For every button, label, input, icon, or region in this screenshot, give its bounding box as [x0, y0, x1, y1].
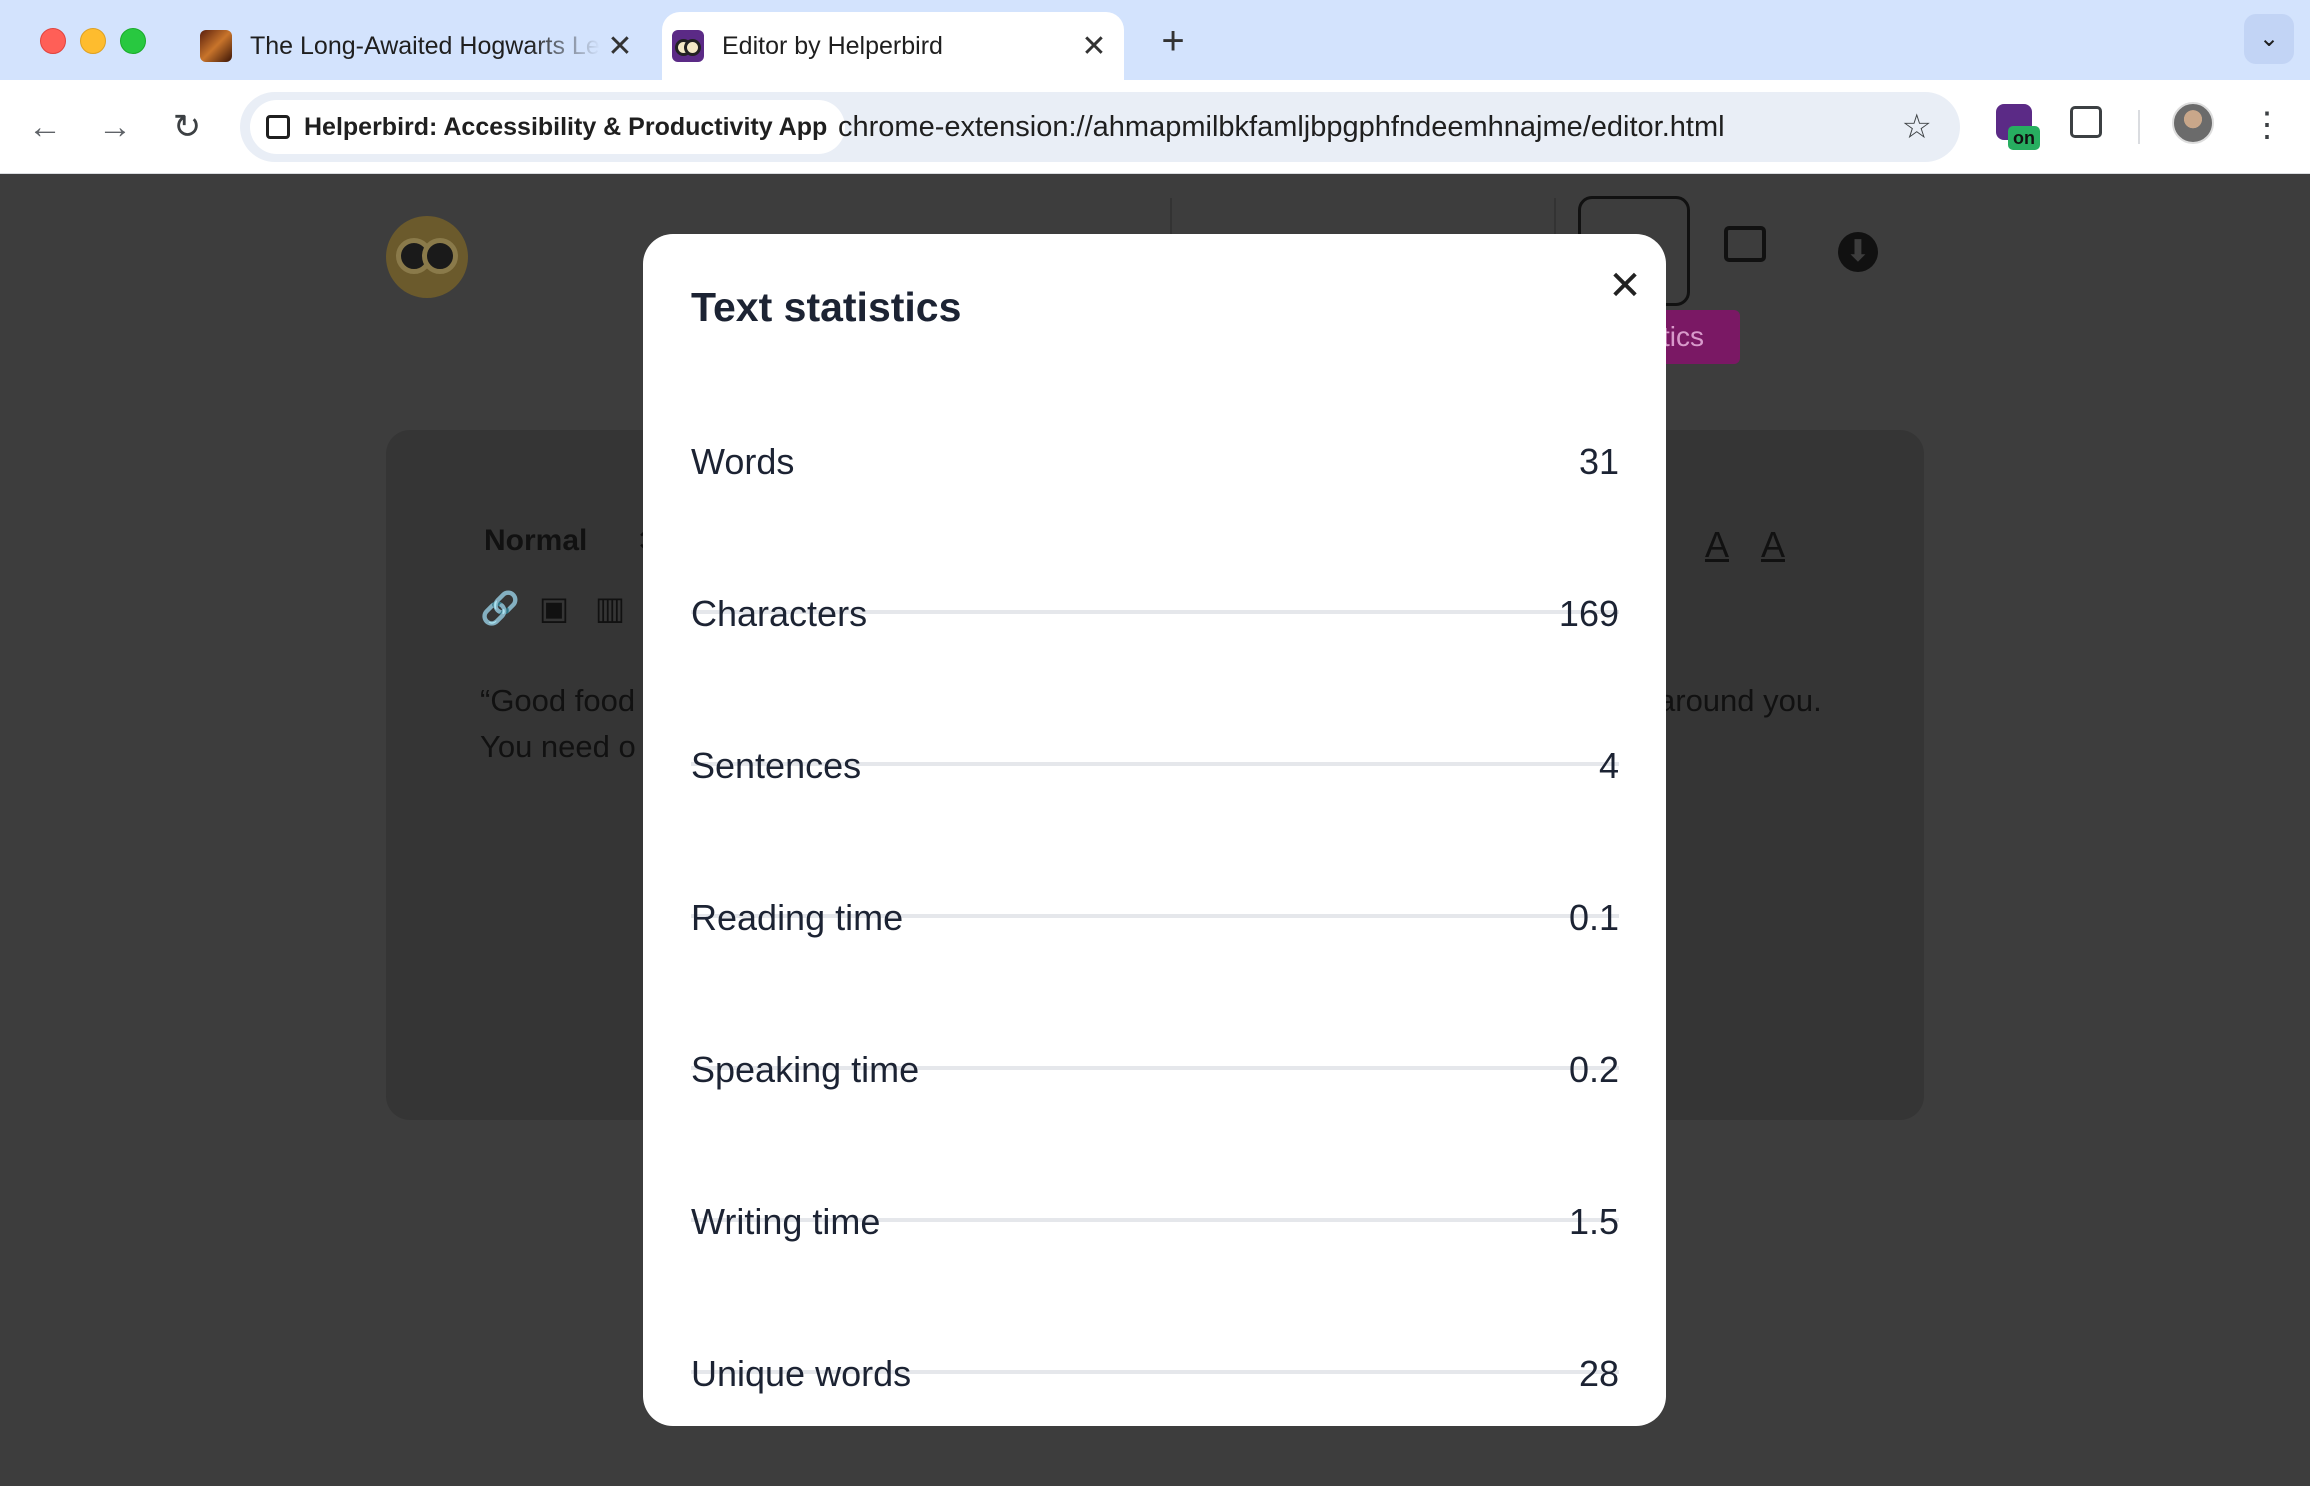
tab-close-icon[interactable]: ✕: [1074, 29, 1114, 64]
stat-label: Speaking time: [691, 1049, 920, 1090]
stat-label: Unique words: [691, 1353, 912, 1394]
download-icon[interactable]: ⬇: [1838, 232, 1878, 272]
link-icon[interactable]: 🔗: [480, 590, 520, 626]
toolbar-divider: [2138, 110, 2140, 144]
browser-toolbar: ← → ↻ Helperbird: Accessibility & Produc…: [0, 80, 2310, 174]
stat-row-speaking-time: Speaking time 0.2: [691, 1052, 1619, 1222]
stat-label: Sentences: [691, 745, 862, 786]
statistics-list: Words 31 Characters 169 Sentences 4 Read…: [691, 444, 1619, 1426]
window-close-button[interactable]: [40, 28, 66, 54]
stat-row-characters: Characters 169: [691, 596, 1619, 766]
stat-value: 28: [1578, 1353, 1619, 1394]
tab-title: The Long-Awaited Hogwarts Legacy: [250, 31, 600, 60]
helperbird-owl-favicon-icon: [672, 30, 704, 62]
highlight-icon[interactable]: A: [1752, 524, 1794, 566]
stat-value: 4: [1598, 745, 1619, 786]
new-tab-button[interactable]: +: [1148, 18, 1198, 68]
editor-line: around you.: [1658, 683, 1822, 718]
window-maximize-button[interactable]: [120, 28, 146, 54]
stat-value: 31: [1578, 441, 1619, 482]
close-icon[interactable]: ✕: [1603, 264, 1647, 308]
tab-editor[interactable]: Editor by Helperbird ✕: [662, 12, 1124, 80]
hogwarts-favicon-icon: [200, 30, 232, 62]
site-chip-label: Helperbird: Accessibility & Productivity…: [304, 112, 828, 141]
text-statistics-modal: Text statistics ✕ Words 31 Characters 16…: [643, 234, 1666, 1426]
back-arrow-icon[interactable]: ←: [20, 102, 70, 152]
extension-puzzle-icon: [266, 115, 290, 139]
profile-avatar[interactable]: [2172, 102, 2214, 144]
tab-strip: The Long-Awaited Hogwarts Legacy ✕ Edito…: [0, 0, 2310, 80]
extensions-puzzle-icon[interactable]: [2070, 106, 2102, 138]
stat-row-words: Words 31: [691, 444, 1619, 614]
tab-title: Editor by Helperbird: [722, 31, 943, 60]
stat-label: Words: [691, 441, 795, 482]
stat-value: 169: [1558, 593, 1619, 634]
stat-row-unique-words: Unique words 28: [691, 1356, 1619, 1426]
tab-close-icon[interactable]: ✕: [600, 29, 640, 64]
image-icon[interactable]: ▣: [536, 590, 572, 626]
stat-value: 0.2: [1568, 1049, 1619, 1090]
stat-label: Characters: [691, 593, 868, 634]
bookmark-star-icon[interactable]: ☆: [1902, 92, 1932, 162]
tab-search-dropdown-button[interactable]: ⌄: [2244, 14, 2294, 64]
browser-menu-icon[interactable]: ⋮: [2250, 100, 2284, 150]
comment-icon[interactable]: [1724, 226, 1766, 262]
stat-label: Writing time: [691, 1201, 881, 1242]
address-bar[interactable]: Helperbird: Accessibility & Productivity…: [240, 92, 1960, 162]
reload-icon[interactable]: ↻: [162, 102, 212, 152]
stat-value: 0.1: [1568, 897, 1619, 938]
stat-row-reading-time: Reading time 0.1: [691, 900, 1619, 1070]
forward-arrow-icon[interactable]: →: [90, 102, 140, 152]
text-color-icon[interactable]: A: [1696, 524, 1738, 566]
helperbird-owl-logo: [386, 216, 468, 298]
stat-value: 1.5: [1568, 1201, 1619, 1242]
stat-row-writing-time: Writing time 1.5: [691, 1204, 1619, 1374]
tab-hogwarts[interactable]: The Long-Awaited Hogwarts Legacy ✕: [190, 12, 650, 80]
video-icon[interactable]: ▥: [592, 590, 628, 626]
url-text[interactable]: chrome-extension://ahmapmilbkfamljbpgphf…: [838, 92, 1725, 162]
stat-row-sentences: Sentences 4: [691, 748, 1619, 918]
extension-status-badge: on: [2008, 126, 2040, 150]
block-format-select[interactable]: Normal: [484, 524, 587, 558]
stat-label: Reading time: [691, 897, 904, 938]
window-minimize-button[interactable]: [80, 28, 106, 54]
modal-title: Text statistics: [691, 284, 962, 330]
site-info-chip[interactable]: Helperbird: Accessibility & Productivity…: [250, 100, 846, 154]
